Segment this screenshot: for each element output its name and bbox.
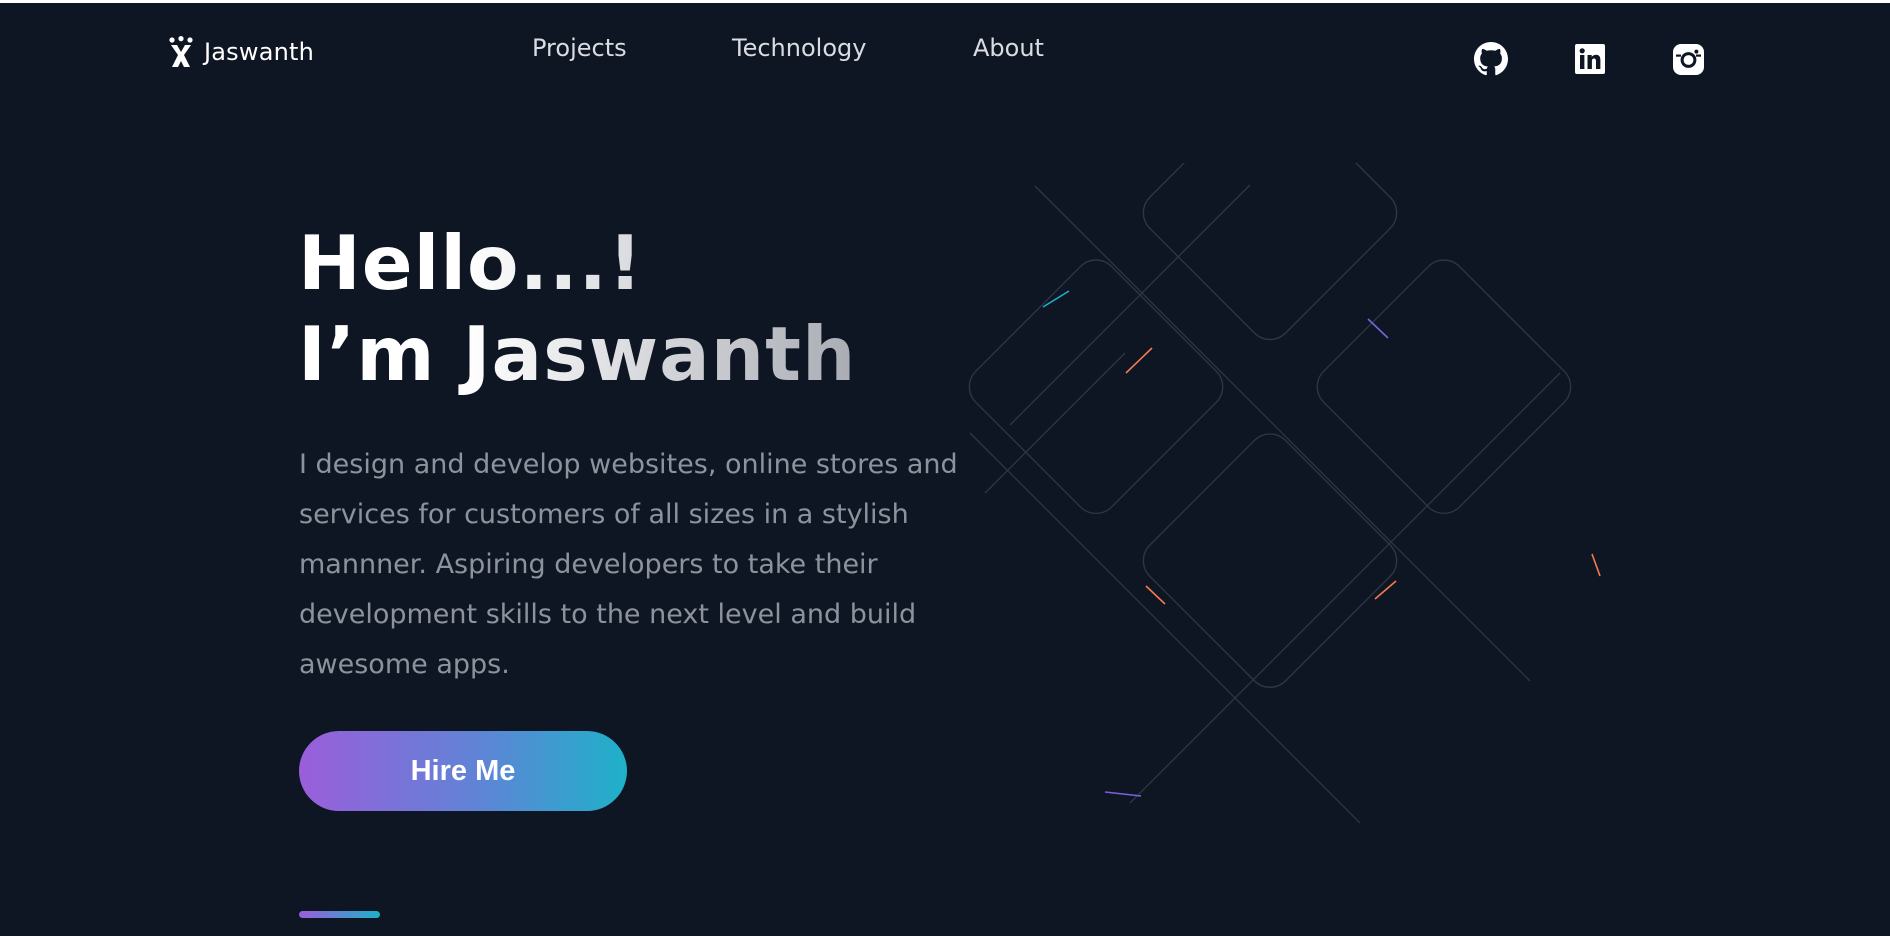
brand-name: Jaswanth [204,38,315,66]
github-icon [1474,42,1508,76]
logo-mark-icon [169,36,193,67]
nav-link-technology[interactable]: Technology [732,34,866,62]
hero-greeting: Hello...! [298,219,644,307]
linkedin-icon [1575,44,1605,74]
instagram-icon [1672,43,1704,75]
hero-description: I design and develop websites, online st… [299,449,958,680]
decorative-grid-graphic [968,163,1601,823]
linkedin-link[interactable] [1573,42,1607,76]
github-link[interactable] [1474,42,1508,76]
hero-title: Hello...! I’m Jaswanth [298,218,856,400]
nav-link-projects[interactable]: Projects [532,34,627,62]
nav-link-about[interactable]: About [973,34,1044,62]
hero-name: I’m Jaswanth [298,310,857,398]
scroll-indicator [299,911,380,918]
page: Jaswanth Projects Technology About Hello… [0,3,1890,936]
hire-me-button[interactable]: Hire Me [299,731,627,811]
instagram-link[interactable] [1671,42,1705,76]
brand-logo[interactable]: Jaswanth [168,35,314,69]
